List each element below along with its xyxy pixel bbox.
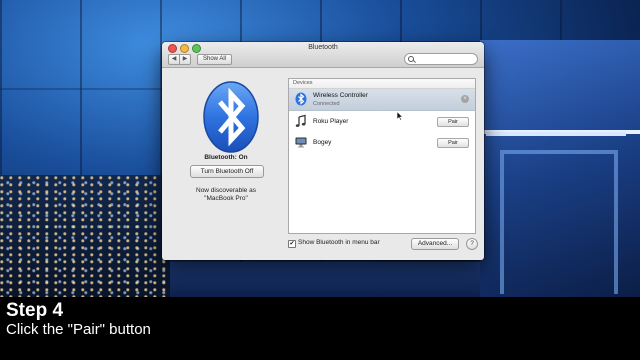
search-input[interactable] [417,54,471,64]
search-field[interactable] [404,53,478,65]
tutorial-caption: Step 4 Click the "Pair" button [0,297,640,360]
bluetooth-preferences-window: Bluetooth ◀ ▶ Show All Bluetooth: On Tur… [162,42,484,260]
show-all-button[interactable]: Show All [197,54,233,65]
discoverable-line: Now discoverable as [196,187,256,194]
devices-list: Devices Wireless Controller Connected × … [288,78,476,234]
pair-bogey-button[interactable]: Pair [437,138,469,148]
bluetooth-icon [295,92,307,106]
bluetooth-logo-icon [203,81,259,153]
step-instruction: Click the "Pair" button [6,321,151,338]
computer-icon [295,137,307,148]
forward-button[interactable]: ▶ [179,54,191,65]
back-button[interactable]: ◀ [168,54,179,65]
music-note-icon [295,114,306,127]
device-name: Wireless Controller [313,92,368,99]
device-row-wireless-controller[interactable]: Wireless Controller Connected × [289,89,475,111]
device-row-bogey[interactable]: Bogey Pair [289,132,475,153]
device-name: Bogey [313,139,332,146]
pair-roku-player-button[interactable]: Pair [437,117,469,127]
mouse-cursor-icon [396,111,404,121]
discoverable-text: Now discoverable as "MacBook Pro" [162,187,290,203]
device-status: Connected [313,101,340,107]
title-bar[interactable]: Bluetooth ◀ ▶ Show All [162,42,484,68]
back-forward-group: ◀ ▶ [168,54,191,65]
bluetooth-status: Bluetooth: On [204,154,248,161]
step-title: Step 4 [6,300,64,321]
device-name-label: "MacBook Pro" [204,195,248,202]
wallpaper-hallway-frame [500,150,618,294]
wallpaper-city-lights [0,175,170,300]
devices-header: Devices [289,79,475,89]
window-title: Bluetooth [308,44,338,51]
show-in-menu-bar-checkbox[interactable]: ✔ [288,240,296,248]
turn-bluetooth-off-button[interactable]: Turn Bluetooth Off [190,165,264,178]
device-row-roku-player[interactable]: Roku Player Pair [289,111,475,132]
advanced-button[interactable]: Advanced... [411,238,459,250]
device-name: Roku Player [313,118,349,125]
show-in-menu-bar-label[interactable]: Show Bluetooth in menu bar [298,239,380,246]
wallpaper-hallway-light [486,132,626,136]
remove-device-button[interactable]: × [461,95,469,103]
search-icon [408,56,414,62]
help-button[interactable]: ? [466,238,478,250]
